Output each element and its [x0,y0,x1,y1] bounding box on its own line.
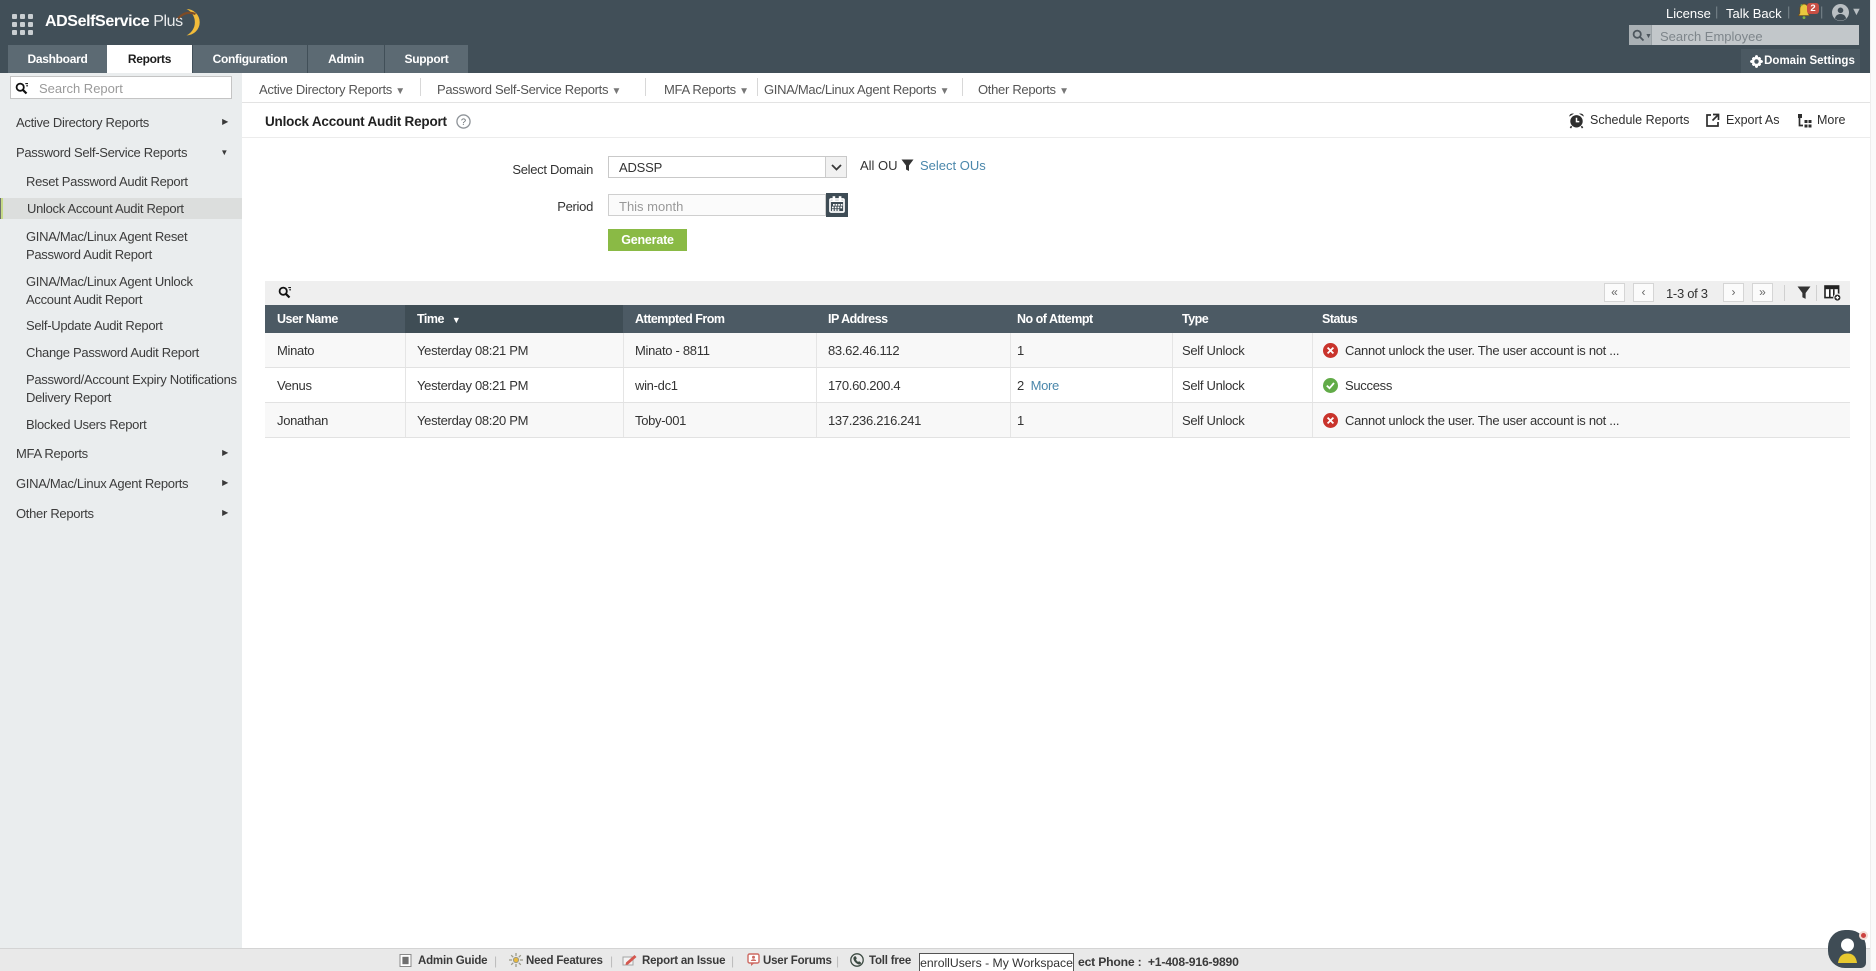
svg-text:?: ? [461,117,466,127]
